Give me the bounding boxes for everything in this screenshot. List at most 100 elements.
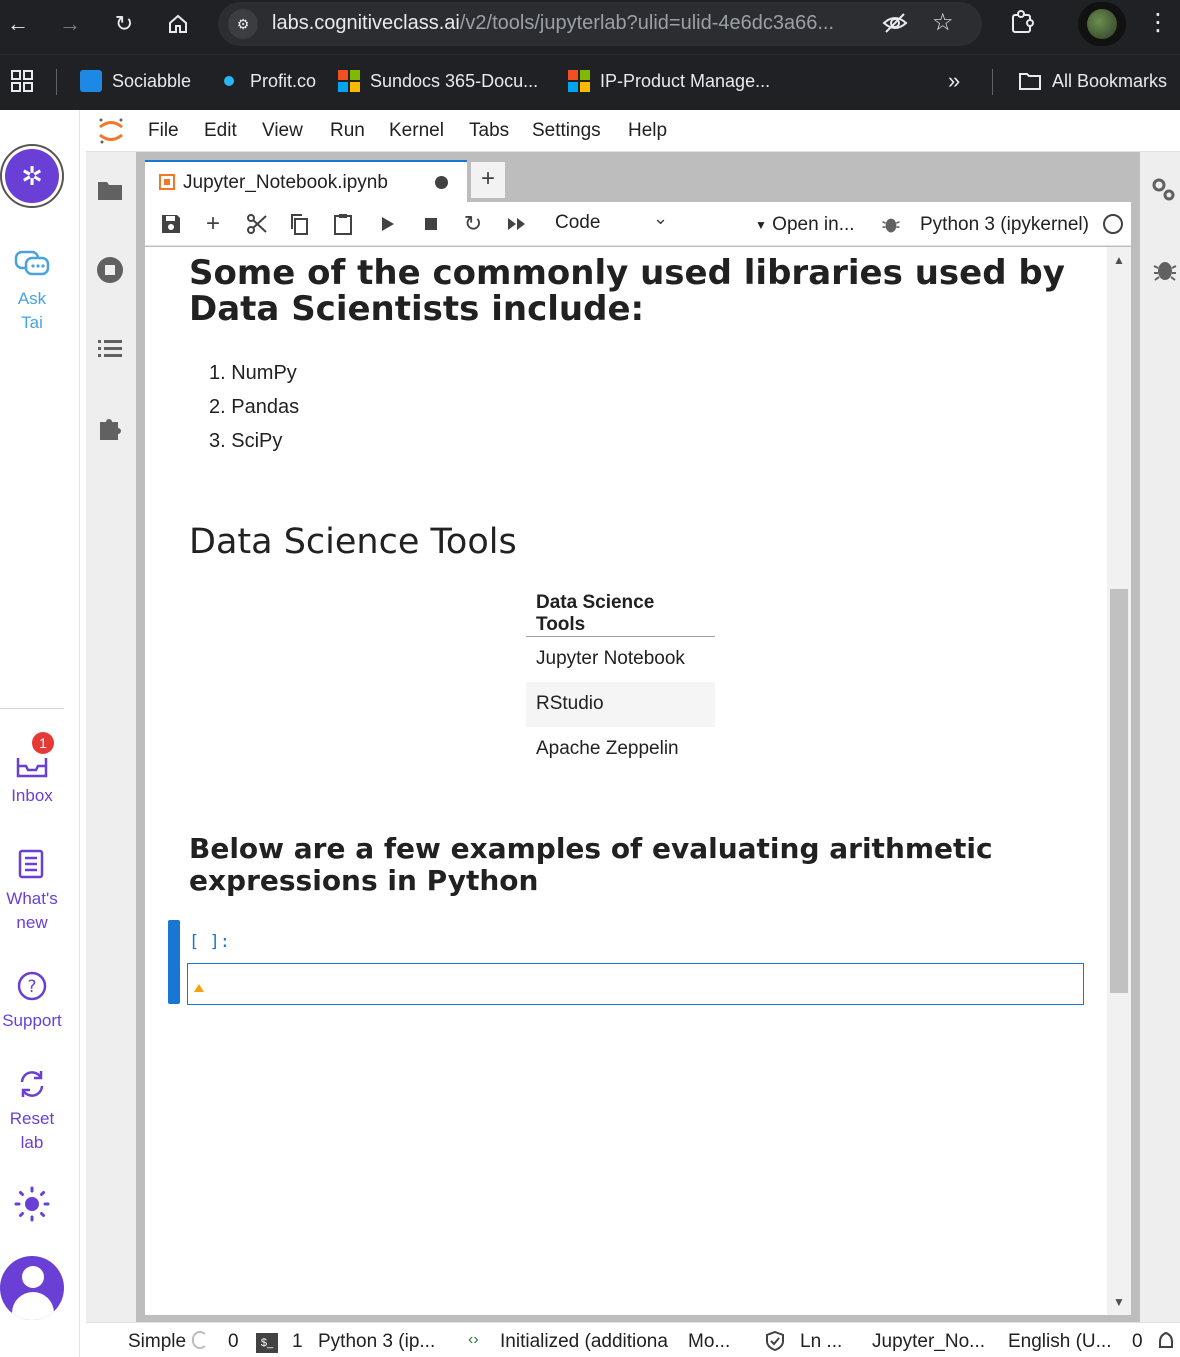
user-avatar[interactable] [0,1256,64,1320]
lsp-status[interactable]: Initialized (additiona [500,1331,668,1353]
unsaved-dot-icon[interactable] [435,176,448,189]
extension-puzzle-icon[interactable] [96,414,124,442]
table-row: RStudio [526,681,715,727]
line-col-status[interactable]: Ln ... [800,1331,842,1353]
notebook-toolbar: + ↻ Code ⌄ ▼ Open in... Python 3 (ipyker… [145,202,1131,246]
simple-mode-toggle[interactable] [192,1331,208,1349]
all-bookmarks[interactable]: All Bookmarks [1018,67,1167,95]
menu-tabs[interactable]: Tabs [469,120,509,142]
list-item: 2. Pandas [209,396,300,418]
code-cell-editor[interactable] [187,963,1084,1005]
forward-icon[interactable]: → [56,10,84,38]
scroll-up-icon[interactable]: ▲ [1113,253,1125,267]
mode-status[interactable]: Mo... [688,1331,730,1353]
microsoft-icon [568,70,590,92]
bookmark-ip-product[interactable]: IP-Product Manage... [568,67,770,95]
cell-prompt: [ ]: [189,932,230,952]
libraries-heading: Some of the commonly used libraries used… [189,253,1065,329]
notebook-scrollbar[interactable]: ▲ ▼ [1107,247,1131,1315]
notification-count: 0 [1132,1331,1143,1352]
bell-icon[interactable] [1156,1330,1176,1354]
jupyterlab-menubar: File Edit View Run Kernel Tabs Settings … [86,110,1180,152]
kernel-status-text[interactable]: Python 3 (ip... [318,1331,435,1353]
insert-cell-icon[interactable]: + [201,212,225,236]
running-stop-icon[interactable] [96,256,124,284]
language-status[interactable]: English (U... [1008,1331,1111,1353]
chevron-down-icon[interactable]: ⌄ [653,208,668,229]
svg-text:?: ? [27,977,36,997]
sociabble-icon [80,70,102,92]
tree-icon: ✲ [5,149,59,203]
menu-view[interactable]: View [262,120,303,142]
toc-icon[interactable] [96,335,124,363]
bookmark-profit[interactable]: Profit.co [218,67,316,95]
support-button[interactable]: ? Support [0,970,64,1033]
address-bar[interactable]: ⚙ labs.cognitiveclass.ai/v2/tools/jupyte… [218,2,982,46]
notebook-content[interactable]: Some of the commonly used libraries used… [145,247,1107,1315]
scroll-thumb[interactable] [1110,589,1128,993]
kernel-name[interactable]: Python 3 (ipykernel) [920,214,1089,236]
eye-off-icon[interactable] [882,10,908,42]
tab-title: Jupyter_Notebook.ipynb [183,172,388,193]
profit-icon [224,76,234,86]
scroll-down-icon[interactable]: ▼ [1113,1295,1125,1309]
open-in-button[interactable]: ▼ Open in... [755,214,855,236]
debugger-bug-icon[interactable] [881,214,901,234]
more-bookmarks[interactable]: » [948,67,960,95]
extensions-icon[interactable] [1008,8,1038,38]
profile-avatar[interactable] [1078,2,1126,46]
folder-icon [1019,73,1041,90]
bookmark-star-icon[interactable]: ☆ [932,8,954,37]
list-item: 1. NumPy [209,362,297,384]
terminal-icon[interactable]: $_ [256,1333,278,1353]
reset-lab-button[interactable]: Reset lab [0,1068,64,1155]
skills-network-logo[interactable]: ✲ [0,144,64,208]
apps-icon[interactable] [10,67,34,95]
menu-kernel[interactable]: Kernel [389,120,444,142]
stop-icon[interactable] [419,212,443,236]
debugger-bug-icon[interactable] [1152,256,1178,282]
file-name-status[interactable]: Jupyter_No... [872,1331,985,1353]
menu-run[interactable]: Run [330,120,365,142]
menu-settings[interactable]: Settings [532,120,601,142]
microsoft-icon [338,70,360,92]
new-tab-button[interactable]: + [471,162,505,198]
bookmark-sundocs[interactable]: Sundocs 365-Docu... [338,67,538,95]
back-icon[interactable]: ← [4,10,32,38]
menu-help[interactable]: Help [628,120,667,142]
url-text[interactable]: labs.cognitiveclass.ai/v2/tools/jupyterl… [272,12,834,35]
browser-menu-icon[interactable]: ⋮ [1146,8,1170,37]
theme-toggle[interactable] [0,1186,64,1229]
home-icon[interactable] [164,10,192,38]
paste-icon[interactable] [331,212,355,236]
restart-icon[interactable]: ↻ [461,212,485,236]
menu-file[interactable]: File [148,120,179,142]
folder-icon[interactable] [96,176,124,204]
fast-forward-icon[interactable] [505,212,529,236]
copy-icon[interactable] [287,212,311,236]
save-icon[interactable] [159,212,183,236]
lsp-icon: ‹› [468,1331,479,1348]
menu-edit[interactable]: Edit [204,120,237,142]
inbox-button[interactable]: 1 Inbox [0,732,64,808]
list-item: 3. SciPy [209,430,283,452]
property-inspector-gears-icon[interactable] [1150,176,1178,204]
table-header: Data Science Tools [526,592,715,637]
notebook-icon [159,174,175,190]
caret-down-icon: ▼ [755,217,767,232]
notebook-tab[interactable]: Jupyter_Notebook.ipynb [145,160,467,202]
cut-icon[interactable] [245,212,269,236]
cell-type-select[interactable]: Code [555,212,600,234]
bookmark-sociabble[interactable]: Sociabble [80,67,191,95]
reload-icon[interactable]: ↻ [110,10,138,38]
inbox-badge: 1 [32,732,54,754]
warning-icon [194,984,204,992]
active-cell-indicator[interactable] [168,920,180,1004]
whats-new-button[interactable]: What's new [0,848,64,935]
site-info-icon[interactable]: ⚙ [228,9,258,39]
cognitiveclass-rail: ✲ Ask Tai 1 Inbox What's new ? Support R… [0,110,80,1357]
run-icon[interactable] [375,212,399,236]
ask-tai-button[interactable]: Ask Tai [0,250,64,335]
shield-check-icon[interactable] [764,1330,786,1352]
right-activity-bar [1140,152,1180,1322]
